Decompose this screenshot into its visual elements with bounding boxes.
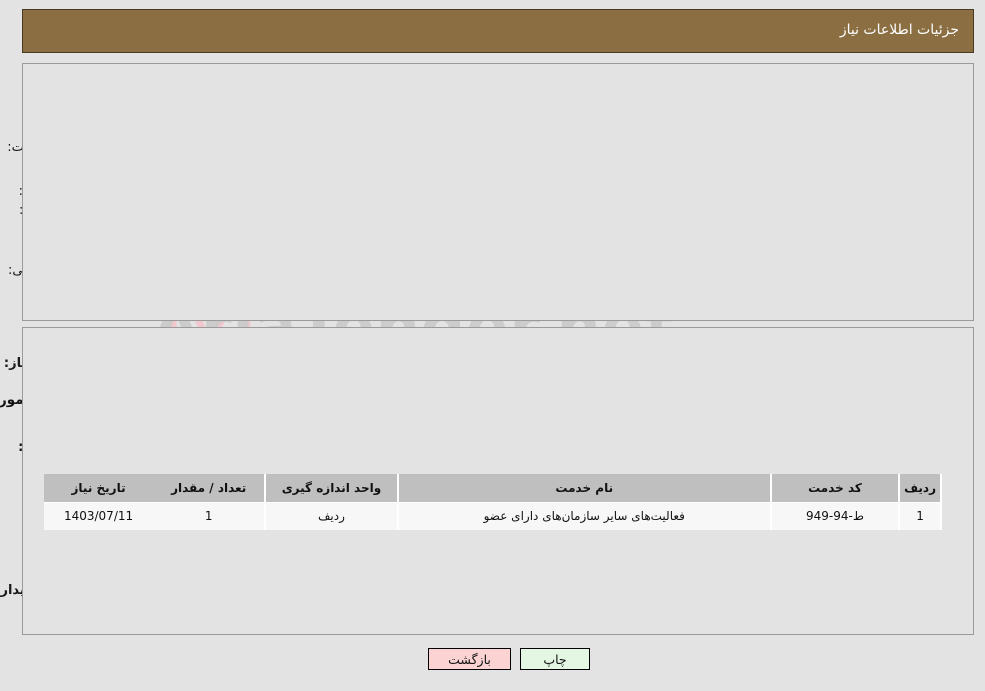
page-title: جزئیات اطلاعات نیاز: [839, 22, 959, 38]
th-need-date: تاریخ نیاز: [44, 474, 154, 503]
th-quantity: تعداد / مقدار: [153, 474, 267, 503]
need-info-panel: [22, 63, 974, 321]
th-row-no: ردیف: [899, 474, 942, 503]
window-titlebar: جزئیات اطلاعات نیاز: [22, 9, 974, 53]
th-unit: واحد اندازه گیری: [265, 474, 399, 503]
cell-service-code: ط-94-949: [770, 502, 901, 530]
page-root: AriaTender.net جزئیات اطلاعات نیاز شماره…: [0, 0, 985, 691]
print-button[interactable]: چاپ: [520, 648, 590, 670]
back-button[interactable]: بازگشت: [428, 648, 511, 670]
cell-quantity: 1: [153, 502, 267, 530]
th-service-code: کد خدمت: [770, 474, 901, 503]
th-service-name: نام خدمت: [397, 474, 772, 503]
cell-need-date: 1403/07/11: [44, 502, 154, 530]
cell-service-name: فعالیت‌های سایر سازمان‌های دارای عضو: [397, 502, 772, 530]
table-header-row: ردیف کد خدمت نام خدمت واحد اندازه گیری ت…: [44, 474, 942, 503]
cell-row-no: 1: [899, 502, 942, 530]
services-table: ردیف کد خدمت نام خدمت واحد اندازه گیری ت…: [44, 474, 942, 530]
table-row: 1 ط-94-949 فعالیت‌های سایر سازمان‌های دا…: [44, 502, 942, 530]
cell-unit: ردیف: [265, 502, 399, 530]
